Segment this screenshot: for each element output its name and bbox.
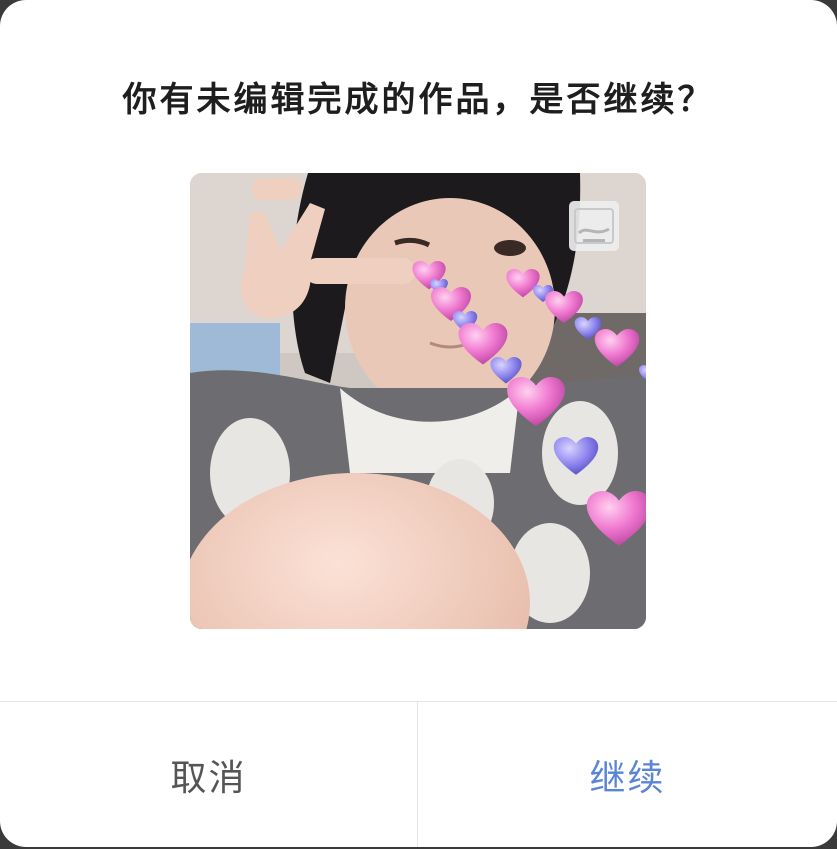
cancel-button-label: 取消 [170,757,247,799]
gallery-icon [569,201,619,251]
draft-thumbnail[interactable] [190,173,646,629]
dialog-title: 你有未编辑完成的作品，是否继续？ [122,80,715,120]
continue-button-label: 继续 [589,757,666,799]
continue-button[interactable]: 继续 [418,702,837,847]
resume-draft-dialog: 你有未编辑完成的作品，是否继续？ 取消 继续 [0,0,837,847]
cancel-button[interactable]: 取消 [0,702,417,847]
